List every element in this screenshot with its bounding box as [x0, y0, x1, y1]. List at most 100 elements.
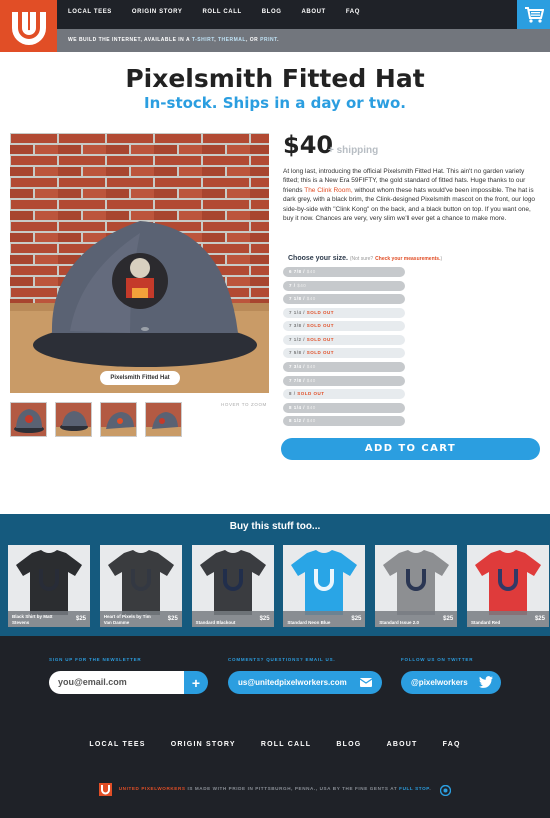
- newsletter-label: SIGN UP FOR THE NEWSLETTER: [49, 657, 142, 662]
- footer-nav-local-tees[interactable]: LOCAL TEES: [89, 741, 145, 748]
- check-measurements-link[interactable]: Check your measurements.: [375, 256, 440, 262]
- size-price: $40: [306, 269, 316, 274]
- footer-nav-about[interactable]: ABOUT: [387, 741, 418, 748]
- related-products-list: Black Shirt by Matt Stevens $25 Heart of P…: [8, 545, 549, 627]
- size-label: 7 3/8 /: [289, 323, 306, 329]
- page-title: Pixelsmith Fitted Hat: [125, 64, 425, 93]
- thumbnail-3[interactable]: [100, 402, 137, 437]
- nav-origin-story[interactable]: ORIGIN STORY: [132, 9, 183, 15]
- size-option[interactable]: 7 7/8 / $40: [283, 375, 405, 386]
- size-option[interactable]: 6 7/8 / $40: [283, 267, 405, 277]
- credit-text: IS MADE WITH PRIDE IN PITTSBURGH, PENNA.…: [187, 786, 398, 791]
- related-product-name: Black Shirt by Matt Stevens: [12, 614, 53, 625]
- credit-end: .: [429, 786, 432, 791]
- sold-out-label: SOLD OUT: [297, 391, 325, 397]
- stock-status: In-stock. Ships in a day or two.: [144, 94, 406, 112]
- nav-local-tees[interactable]: LOCAL TEES: [68, 9, 112, 15]
- tagline-end: .: [277, 37, 279, 43]
- related-product-card[interactable]: Standard Issue 2.0 $25: [375, 545, 458, 627]
- not-sure-text: (Not sure?: [349, 256, 374, 262]
- related-product-price: $25: [75, 616, 86, 622]
- size-option: 7 5/8 / SOLD OUT: [283, 348, 405, 359]
- product-photo[interactable]: [10, 133, 269, 393]
- clink-room-link[interactable]: The Clink Room,: [304, 187, 352, 194]
- full-stop-logo-icon[interactable]: [440, 785, 451, 796]
- footer-nav-blog[interactable]: BLOG: [336, 741, 361, 748]
- tagline-print-link[interactable]: PRINT: [260, 37, 277, 43]
- related-product-card[interactable]: Heart of Pixels by Tim Van Damme $25: [99, 545, 182, 627]
- size-option[interactable]: 8 1/2 / $40: [283, 416, 405, 427]
- cart-button[interactable]: [517, 0, 550, 29]
- nav-roll-call[interactable]: ROLL CALL: [202, 9, 241, 15]
- plus-icon: +: [191, 674, 201, 691]
- related-product-name: Heart of Pixels by Tim Van Damme: [103, 614, 151, 625]
- full-stop-link[interactable]: FULL STOP: [399, 786, 429, 791]
- size-label: 6 7/8 /: [289, 269, 306, 274]
- related-product-card[interactable]: Standard Blackout $25: [191, 545, 274, 627]
- size-option: 7 1/4 / SOLD OUT: [283, 307, 405, 318]
- related-product-card[interactable]: Standard Neon Blue $25: [283, 545, 366, 627]
- shipping-note: + shipping: [328, 145, 379, 156]
- footer-nav-origin-story[interactable]: ORIGIN STORY: [171, 741, 236, 748]
- related-product-price: $25: [351, 616, 362, 622]
- size-option[interactable]: 7 / $40: [283, 280, 405, 291]
- thumbnail-2[interactable]: [55, 402, 92, 437]
- nav-about[interactable]: ABOUT: [301, 9, 325, 15]
- footer-nav-roll-call[interactable]: ROLL CALL: [261, 741, 311, 748]
- logo[interactable]: [0, 0, 57, 52]
- product-description: At long last, introducing the official P…: [283, 167, 540, 223]
- size-price: $40: [306, 418, 316, 424]
- newsletter-submit-button[interactable]: +: [184, 671, 208, 694]
- tagline: WE BUILD THE INTERNET, AVAILABLE IN A T-…: [68, 37, 279, 43]
- related-product-name: Standard Blackout: [195, 619, 236, 625]
- newsletter-email-input[interactable]: you@email.com: [49, 671, 185, 694]
- contact-email-button[interactable]: us@unitedpixelworkers.com: [228, 671, 382, 694]
- size-option[interactable]: 7 1/8 / $40: [283, 294, 405, 305]
- size-options: 6 7/8 / $40 7 / $40 7 1/8 / $40 7 1/4 / SOL…: [283, 267, 405, 430]
- related-product-card[interactable]: Black Shirt by Matt Stevens $25: [8, 545, 90, 627]
- related-product-price: $25: [443, 616, 454, 622]
- image-caption: Pixelsmith Fitted Hat: [100, 371, 180, 385]
- twitter-bird-icon: [479, 676, 493, 688]
- twitter-button[interactable]: @pixelworkers: [401, 671, 501, 694]
- tagline-text: WE BUILD THE INTERNET, AVAILABLE IN A: [68, 37, 190, 43]
- contact-email-text: us@unitedpixelworkers.com: [238, 678, 347, 687]
- related-product-price: $25: [167, 616, 178, 622]
- size-price: $40: [306, 363, 316, 369]
- tagline-tshirt-link[interactable]: T-SHIRT: [192, 37, 214, 43]
- tagline-sep: ,: [214, 37, 217, 43]
- size-option[interactable]: 7 3/4 / $40: [283, 361, 405, 372]
- footer-nav: LOCAL TEES ORIGIN STORY ROLL CALL BLOG A…: [0, 741, 550, 748]
- size-label: 8 1/4 /: [289, 404, 306, 410]
- contact-label: COMMENTS? QUESTIONS? EMAIL US.: [228, 657, 336, 662]
- nav-blog[interactable]: BLOG: [262, 9, 282, 15]
- thumbnail-4[interactable]: [145, 402, 182, 437]
- united-pixelworkers-logo-icon: [11, 12, 46, 45]
- sold-out-label: SOLD OUT: [306, 309, 335, 315]
- related-product-name: Standard Issue 2.0: [379, 619, 419, 625]
- size-label: 7 5/8 /: [289, 350, 306, 356]
- size-label: 7 1/8 /: [289, 296, 306, 302]
- envelope-icon: [360, 678, 372, 687]
- size-price: $40: [297, 282, 307, 288]
- footer-credit: UNITED PIXELWORKERS IS MADE WITH PRIDE I…: [0, 786, 550, 791]
- main-nav: LOCAL TEES ORIGIN STORY ROLL CALL BLOG A…: [68, 9, 380, 15]
- size-label: 7 7/8 /: [289, 377, 306, 383]
- tagline-or: , OR: [245, 37, 259, 43]
- credit-brand: UNITED PIXELWORKERS: [118, 786, 186, 791]
- related-product-name: Standard Red: [470, 619, 501, 625]
- size-label: 7 1/2 /: [289, 336, 306, 342]
- size-option: 8 / SOLD OUT: [283, 389, 405, 400]
- thumbnail-1[interactable]: [10, 402, 47, 437]
- add-to-cart-button[interactable]: ADD TO CART: [281, 438, 540, 460]
- related-product-name: Standard Neon Blue: [287, 619, 331, 625]
- related-product-card[interactable]: Standard Red $25: [466, 545, 549, 627]
- size-option[interactable]: 8 1/4 / $40: [283, 402, 405, 413]
- nav-faq[interactable]: FAQ: [346, 9, 360, 15]
- size-label: 7 /: [289, 282, 296, 288]
- related-title: Buy this stuff too...: [229, 521, 321, 532]
- tagline-thermal-link[interactable]: THERMAL: [218, 37, 246, 43]
- size-label: 8 1/2 /: [289, 418, 306, 424]
- footer-nav-faq[interactable]: FAQ: [443, 741, 461, 748]
- size-chooser-heading: Choose your size. (Not sure? Check your …: [288, 255, 442, 262]
